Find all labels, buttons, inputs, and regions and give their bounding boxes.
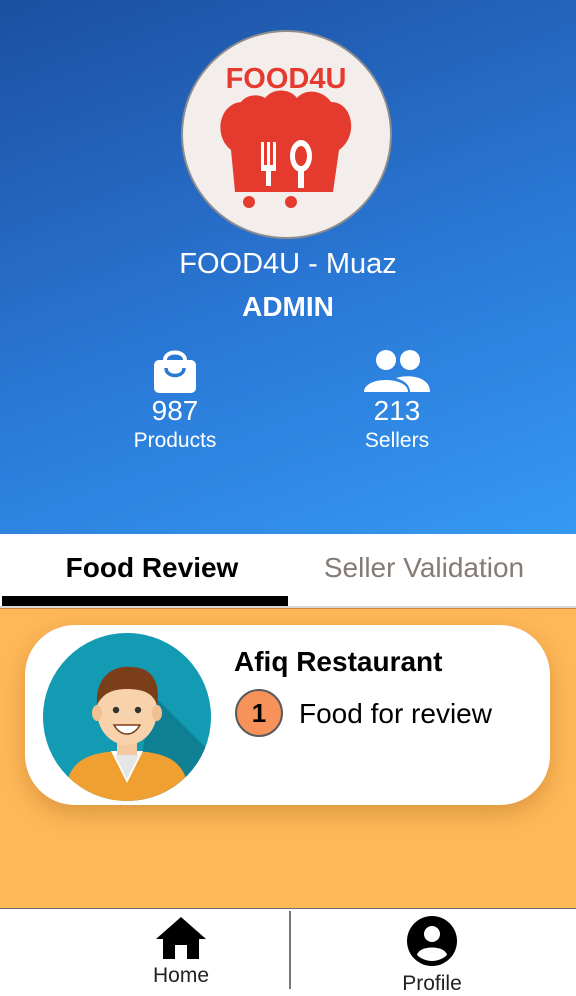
nav-divider — [289, 911, 291, 989]
sellers-label: Sellers — [364, 429, 430, 452]
bottom-navigation: Home Profile — [0, 908, 576, 995]
profile-icon — [372, 915, 492, 972]
user-role: ADMIN — [242, 291, 334, 322]
app-title: FOOD4U - Muaz — [179, 248, 397, 280]
sellers-count: 213 — [373, 395, 421, 426]
tab-bar: Food Review Seller Validation — [0, 534, 576, 608]
tab-seller-validation[interactable]: Seller Validation — [288, 548, 560, 588]
review-count-badge: 1 — [235, 689, 283, 737]
people-icon — [312, 344, 482, 394]
sellers-stat[interactable]: 213 Sellers — [312, 344, 482, 454]
active-tab-indicator — [2, 596, 288, 606]
food4u-logo: FOOD4U — [183, 32, 390, 237]
svg-text:FOOD4U: FOOD4U — [226, 63, 347, 95]
review-list: Afiq Restaurant 1 Food for review — [0, 608, 576, 908]
nav-home-button[interactable]: Home — [121, 915, 241, 988]
shopping-bag-icon — [90, 344, 260, 394]
tab-food-review[interactable]: Food Review — [16, 548, 288, 588]
nav-home-label: Home — [152, 964, 210, 987]
products-label: Products — [133, 429, 217, 452]
profile-header: FOOD4U FOOD4U - Muaz ADMIN 987 Products … — [0, 0, 576, 534]
nav-profile-label: Profile — [402, 972, 462, 995]
review-card[interactable]: Afiq Restaurant 1 Food for review — [25, 625, 550, 805]
review-status-text: Food for review — [299, 698, 492, 729]
home-icon — [121, 915, 241, 964]
person-avatar-icon — [43, 633, 211, 801]
products-count: 987 — [151, 395, 199, 426]
restaurant-name: Afiq Restaurant — [234, 646, 443, 677]
products-stat[interactable]: 987 Products — [90, 344, 260, 454]
nav-profile-button[interactable]: Profile — [372, 915, 492, 996]
